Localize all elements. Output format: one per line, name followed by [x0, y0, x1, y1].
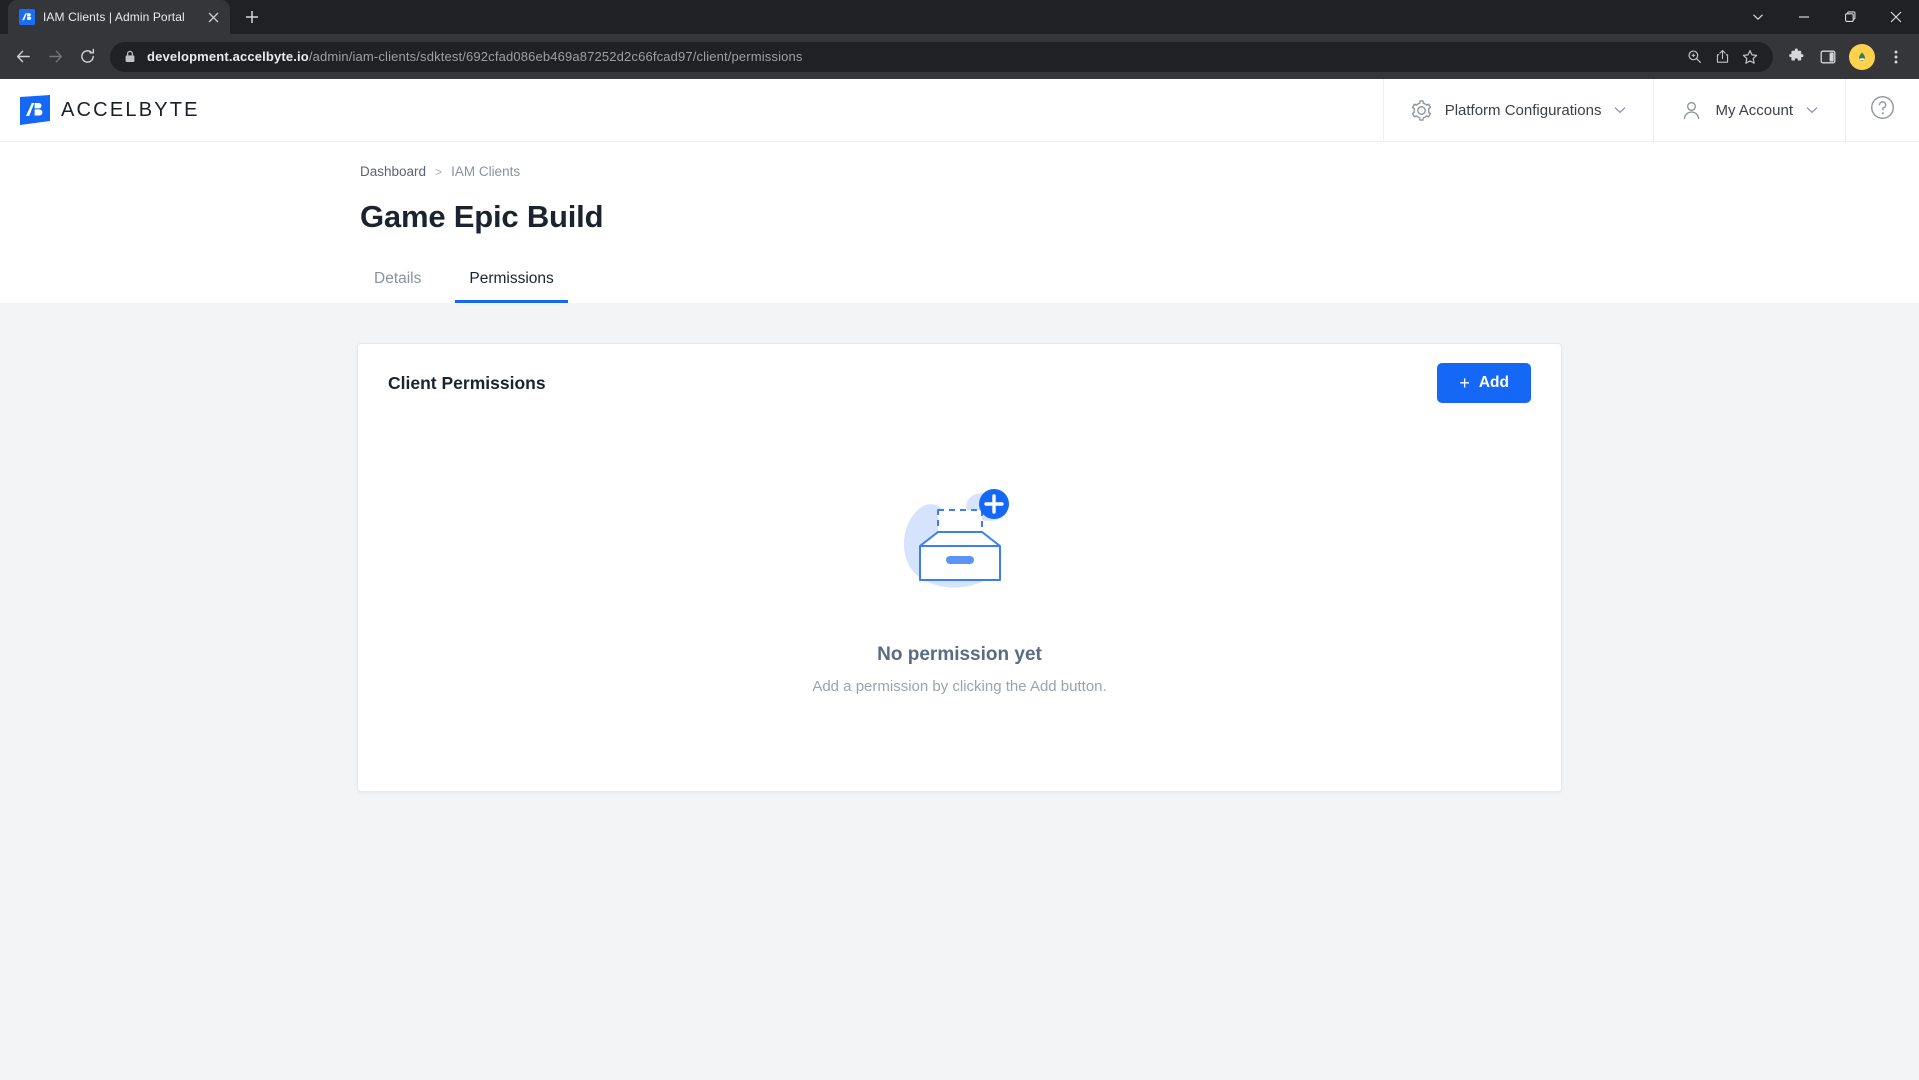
reload-icon[interactable] [72, 42, 102, 72]
breadcrumb-dashboard[interactable]: Dashboard [360, 164, 426, 179]
platform-configurations-menu[interactable]: Platform Configurations [1382, 79, 1654, 141]
empty-state-subtitle: Add a permission by clicking the Add but… [812, 678, 1107, 695]
minimize-icon[interactable] [1781, 0, 1827, 34]
tab-strip: IAM Clients | Admin Portal [0, 0, 1919, 34]
gear-icon [1410, 99, 1433, 122]
plus-icon: + [1459, 373, 1470, 393]
url-text: development.accelbyte.io/admin/iam-clien… [147, 49, 1672, 64]
add-permission-button[interactable]: + Add [1437, 363, 1531, 403]
address-bar[interactable]: development.accelbyte.io/admin/iam-clien… [110, 41, 1773, 72]
empty-state: No permission yet Add a permission by cl… [358, 422, 1561, 791]
tab-permissions[interactable]: Permissions [455, 266, 569, 303]
tab-title: IAM Clients | Admin Portal [43, 10, 185, 24]
maximize-icon[interactable] [1827, 0, 1873, 34]
close-tab-icon[interactable] [204, 8, 222, 26]
app-header: ACCELBYTE Platform Configurations My Acc… [0, 79, 1919, 142]
bookmark-star-icon[interactable] [1737, 44, 1763, 70]
zoom-search-icon[interactable] [1681, 44, 1707, 70]
browser-tab[interactable]: IAM Clients | Admin Portal [8, 0, 230, 34]
profile-avatar-icon[interactable] [1849, 43, 1875, 70]
accelbyte-favicon-icon [19, 9, 35, 25]
breadcrumb-separator: > [435, 164, 443, 179]
extensions-puzzle-icon[interactable] [1781, 42, 1811, 72]
back-arrow-icon[interactable] [8, 42, 38, 72]
url-path: /admin/iam-clients/sdktest/692cfad086eb4… [308, 49, 803, 64]
brand[interactable]: ACCELBYTE [0, 79, 1383, 141]
empty-inbox-add-illustration [884, 480, 1036, 610]
close-window-icon[interactable] [1873, 0, 1919, 34]
client-permissions-card: Client Permissions + Add No permission y… [357, 343, 1562, 792]
chevron-down-icon [1613, 103, 1627, 117]
platform-configurations-label: Platform Configurations [1444, 101, 1602, 119]
page-title: Game Epic Build [360, 199, 604, 234]
more-menu-icon[interactable] [1881, 42, 1911, 72]
omnibox-actions [1681, 44, 1763, 70]
accelbyte-logo-icon [20, 95, 50, 125]
page-body: Client Permissions + Add No permission y… [0, 303, 1919, 1080]
my-account-menu[interactable]: My Account [1653, 79, 1845, 141]
breadcrumb-iam-clients[interactable]: IAM Clients [451, 164, 520, 179]
lock-icon [124, 50, 138, 63]
browser-window: IAM Clients | Admin Portal development.a… [0, 0, 1919, 1080]
my-account-label: My Account [1715, 101, 1793, 119]
page-top: Dashboard > IAM Clients Game Epic Build … [0, 142, 1919, 303]
brand-name: ACCELBYTE [61, 98, 200, 121]
breadcrumb: Dashboard > IAM Clients [360, 142, 1919, 179]
browser-toolbar: development.accelbyte.io/admin/iam-clien… [0, 34, 1919, 79]
page-tabs: Details Permissions [360, 266, 1919, 303]
add-button-label: Add [1478, 374, 1509, 391]
help-circle-icon [1870, 95, 1895, 125]
card-title: Client Permissions [388, 372, 546, 393]
window-controls [1735, 0, 1919, 34]
empty-state-title: No permission yet [877, 644, 1042, 665]
new-tab-icon[interactable] [238, 3, 266, 31]
url-host: development.accelbyte.io [147, 49, 309, 64]
side-panel-icon[interactable] [1813, 42, 1843, 72]
chevron-down-icon [1805, 103, 1819, 117]
forward-arrow-icon[interactable] [40, 42, 70, 72]
tab-details[interactable]: Details [360, 266, 435, 303]
share-icon[interactable] [1709, 44, 1735, 70]
page-viewport: ACCELBYTE Platform Configurations My Acc… [0, 79, 1919, 1080]
help-button[interactable] [1845, 79, 1919, 141]
tab-search-chevron-icon[interactable] [1735, 0, 1781, 34]
user-icon [1680, 99, 1703, 122]
card-header: Client Permissions + Add [358, 344, 1561, 422]
